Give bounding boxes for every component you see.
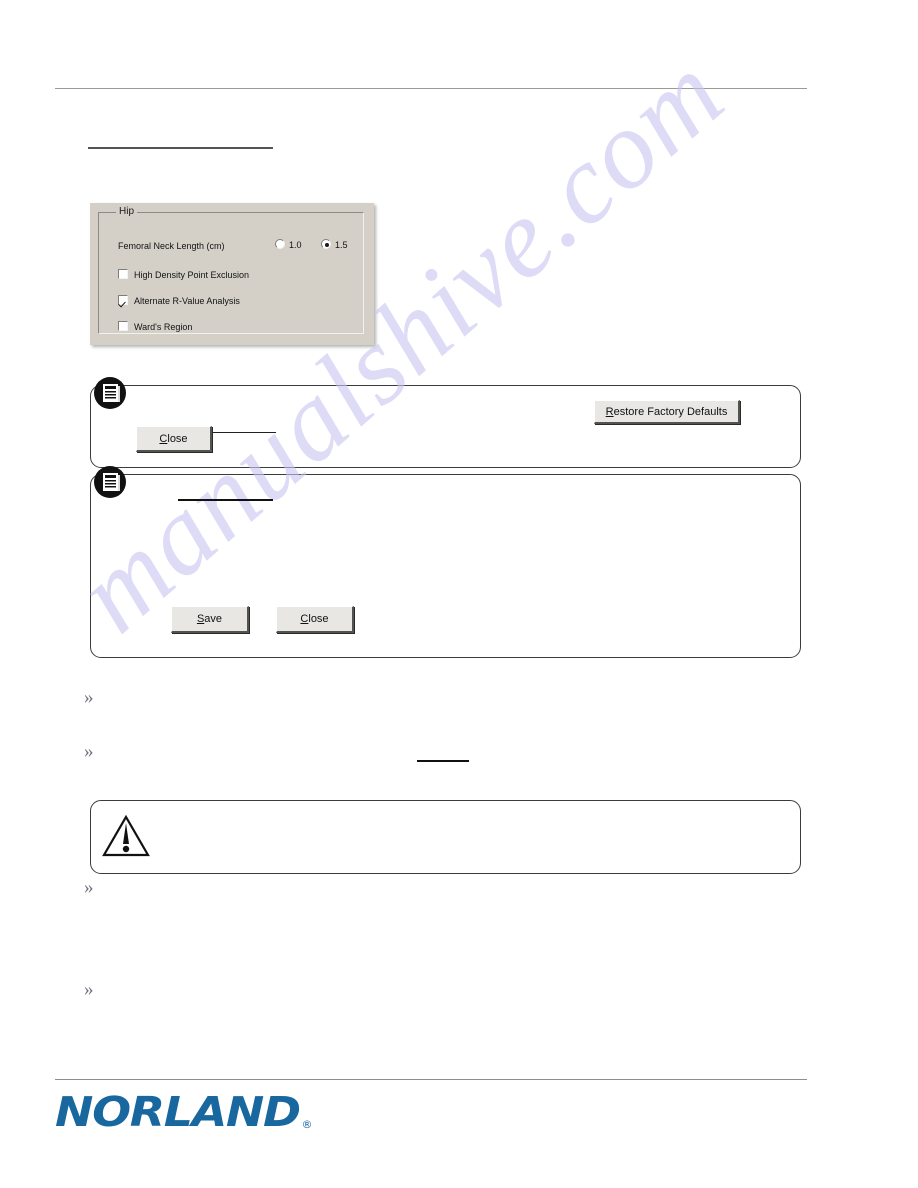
radio-femoral-neck-1-0[interactable]: 1.0 (275, 239, 302, 250)
note-icon (94, 466, 126, 498)
close-label-rest: lose (308, 613, 329, 625)
warning-triangle-icon (102, 814, 150, 857)
radio-circle-icon (275, 239, 285, 249)
checkbox-wards-region[interactable]: Ward's Region (117, 320, 193, 333)
checkbox-alternate-r-value-analysis[interactable]: Alternate R-Value Analysis (117, 294, 240, 307)
list-item-bullet: » (84, 687, 94, 708)
save-label-rest: ave (204, 613, 223, 625)
femoral-neck-length-label: Femoral Neck Length (cm) (118, 241, 225, 251)
list-item-bullet: » (84, 877, 94, 898)
close-button-note-1[interactable]: Close (136, 426, 212, 452)
footer-rule (55, 1079, 807, 1080)
norland-wordmark: NORLAND (55, 1088, 301, 1136)
header-rule (55, 88, 807, 89)
hip-group-box: Hip Femoral Neck Length (cm) 1.0 1.5 Hig… (98, 206, 364, 334)
radio-label-1-0: 1.0 (289, 240, 302, 250)
note-2-text-rule (178, 499, 273, 501)
radio-femoral-neck-1-5[interactable]: 1.5 (321, 239, 348, 250)
close-label-rest: lose (167, 432, 188, 445)
restore-label-rest: estore Factory Defaults (613, 405, 728, 418)
close-button-note-2[interactable]: Close (276, 606, 354, 633)
restore-factory-defaults-button[interactable]: Restore Factory Defaults (594, 400, 740, 424)
restore-accel-char: R (605, 405, 614, 418)
checkbox-box-icon (117, 320, 129, 332)
bullet-2-text-rule (417, 760, 469, 762)
checkbox-label: Ward's Region (134, 322, 193, 332)
norland-logo: NORLAND ® (55, 1092, 313, 1133)
section-heading-rule (88, 147, 273, 149)
list-item-bullet: » (84, 979, 94, 1000)
checkbox-label: High Density Point Exclusion (134, 270, 250, 280)
hip-group-title: Hip (116, 206, 138, 218)
radio-circle-selected-icon (321, 239, 331, 249)
note-icon (94, 377, 126, 409)
hip-options-dialog[interactable]: Hip Femoral Neck Length (cm) 1.0 1.5 Hig… (90, 203, 374, 345)
list-item-bullet: » (84, 741, 94, 762)
radio-label-1-5: 1.5 (335, 240, 348, 250)
checkbox-box-icon (117, 268, 129, 280)
save-button[interactable]: Save (171, 606, 249, 633)
warning-callout (90, 800, 801, 874)
checkbox-label: Alternate R-Value Analysis (134, 296, 240, 306)
registered-trademark-icon: ® (301, 1118, 313, 1131)
checkbox-high-density-point-exclusion[interactable]: High Density Point Exclusion (117, 268, 250, 281)
checkbox-checked-icon (117, 294, 129, 306)
document-glyph-page-icon (116, 386, 120, 402)
document-glyph-page-icon (116, 475, 120, 491)
